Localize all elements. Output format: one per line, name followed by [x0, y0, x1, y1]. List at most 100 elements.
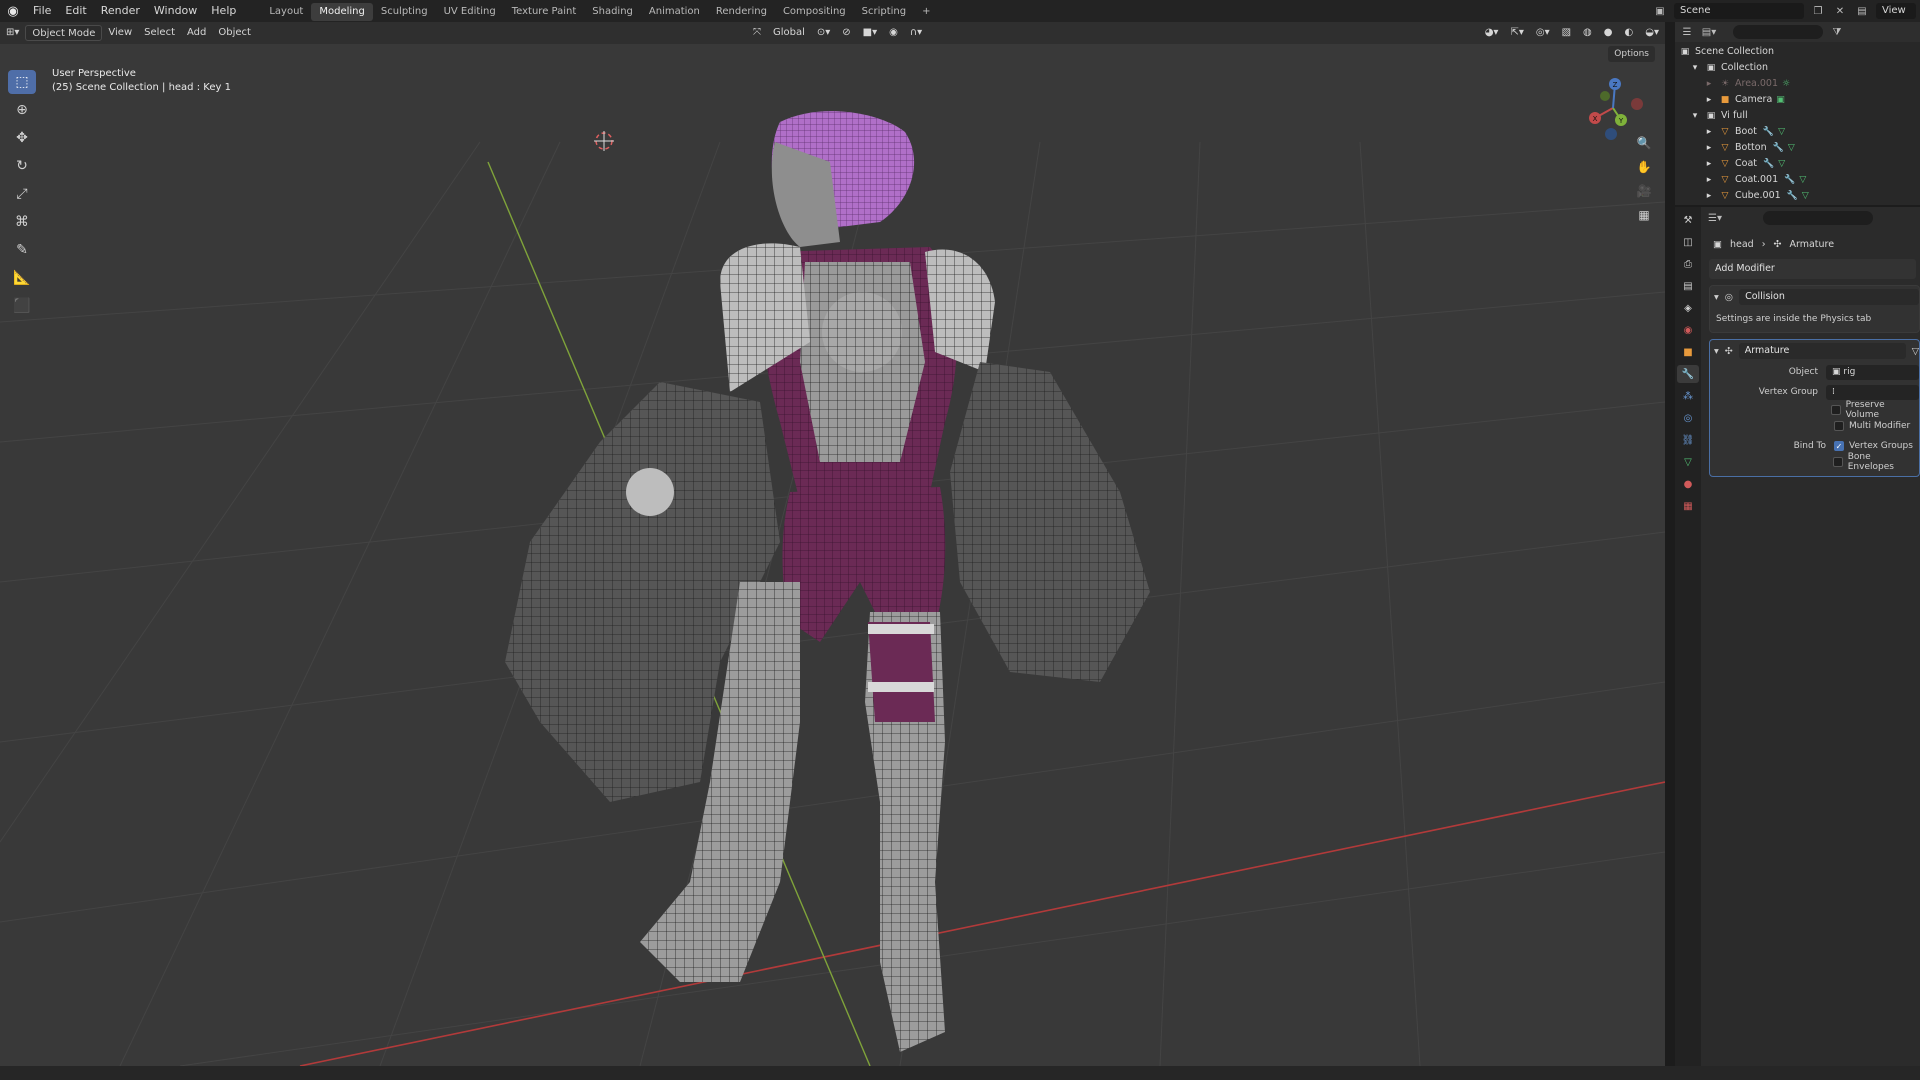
- collision-panel-header[interactable]: ▾ ◎ Collision: [1710, 286, 1919, 308]
- preserve-volume-checkbox[interactable]: [1830, 405, 1841, 415]
- solid-shading-icon[interactable]: ●: [1598, 25, 1619, 41]
- area-divider[interactable]: [1665, 22, 1675, 1066]
- output-tab-icon[interactable]: ⎙: [1677, 255, 1699, 273]
- pivot-point-icon[interactable]: ⊙▾: [811, 25, 836, 41]
- annotate-tool-icon[interactable]: ✎: [8, 238, 36, 262]
- new-scene-icon[interactable]: ❐: [1810, 3, 1826, 19]
- tab-modeling[interactable]: Modeling: [311, 3, 373, 21]
- scene-tab-icon[interactable]: ◈: [1677, 299, 1699, 317]
- tab-animation[interactable]: Animation: [641, 3, 708, 21]
- mesh-data-icon[interactable]: ▽: [1788, 140, 1795, 156]
- transform-orientation-selector[interactable]: Global: [767, 25, 811, 41]
- scene-icon[interactable]: ▣: [1652, 3, 1668, 19]
- cursor-tool-icon[interactable]: ⊕: [8, 98, 36, 122]
- options-button[interactable]: Options: [1608, 46, 1655, 62]
- texture-tab-icon[interactable]: ▦: [1677, 497, 1699, 515]
- character-model[interactable]: [505, 111, 1150, 1052]
- properties-editor-icon[interactable]: ☰▾: [1707, 210, 1723, 226]
- tab-layout[interactable]: Layout: [261, 3, 311, 21]
- proportional-edit-icon[interactable]: ◉: [883, 25, 904, 41]
- menu-edit[interactable]: Edit: [58, 0, 93, 22]
- 3d-cursor[interactable]: [594, 131, 614, 151]
- delete-scene-icon[interactable]: ✕: [1832, 3, 1848, 19]
- display-mode-icon[interactable]: ▤▾: [1701, 24, 1717, 40]
- tree-row-coat[interactable]: ▸ ▽ Coat 🔧 ▽: [1679, 156, 1920, 172]
- bone-envelopes-row[interactable]: Bone Envelopes: [1710, 452, 1919, 472]
- gizmo-toggle-icon[interactable]: ⇱▾: [1504, 25, 1529, 41]
- render-tab-icon[interactable]: ◫: [1677, 233, 1699, 251]
- expand-arrow-icon[interactable]: ▸: [1703, 76, 1715, 92]
- mesh-data-icon[interactable]: ▽: [1799, 172, 1806, 188]
- scene-selector[interactable]: Scene: [1674, 3, 1804, 19]
- tab-compositing[interactable]: Compositing: [775, 3, 854, 21]
- material-tab-icon[interactable]: ●: [1677, 475, 1699, 493]
- vertex-groups-checkbox[interactable]: ✓: [1834, 441, 1844, 451]
- material-shading-icon[interactable]: ◐: [1619, 25, 1640, 41]
- menu-select[interactable]: Select: [138, 25, 181, 41]
- expand-arrow-icon[interactable]: ▸: [1703, 188, 1715, 204]
- blender-logo-icon[interactable]: ◉: [0, 0, 26, 22]
- tab-uv-editing[interactable]: UV Editing: [436, 3, 504, 21]
- expand-arrow-icon[interactable]: ▾: [1689, 60, 1701, 76]
- armature-panel-header[interactable]: ▾ ✣ Armature ▽: [1710, 340, 1919, 362]
- falloff-icon[interactable]: ∩▾: [904, 25, 928, 41]
- gizmo-neg-z[interactable]: [1605, 128, 1617, 140]
- preserve-volume-row[interactable]: Preserve Volume: [1710, 400, 1919, 420]
- rendered-shading-icon[interactable]: ◒▾: [1639, 25, 1665, 41]
- gizmo-neg-x[interactable]: [1631, 98, 1643, 110]
- tree-row-botton[interactable]: ▸ ▽ Botton 🔧 ▽: [1679, 140, 1920, 156]
- menu-object[interactable]: Object: [212, 25, 257, 41]
- armature-object-field[interactable]: ▣ rig: [1826, 364, 1919, 380]
- camera-data-icon[interactable]: ▣: [1776, 92, 1785, 108]
- collision-name-field[interactable]: Collision: [1739, 289, 1919, 305]
- particles-tab-icon[interactable]: ⁂: [1677, 387, 1699, 405]
- menu-help[interactable]: Help: [204, 0, 243, 22]
- multi-modifier-checkbox[interactable]: [1834, 421, 1844, 431]
- tree-row-collection[interactable]: ▾ ▣ Collection: [1679, 60, 1920, 76]
- menu-add[interactable]: Add: [181, 25, 212, 41]
- vertex-group-field[interactable]: ⁞: [1826, 384, 1919, 400]
- object-tab-icon[interactable]: ■: [1677, 343, 1699, 361]
- modifier-icon[interactable]: 🔧: [1763, 124, 1774, 140]
- scene-collection-row[interactable]: ▣ Scene Collection: [1679, 44, 1920, 60]
- wireframe-shading-icon[interactable]: ◍: [1577, 25, 1598, 41]
- light-data-icon[interactable]: ☼: [1782, 76, 1790, 92]
- view-layer-icon[interactable]: ▤: [1854, 3, 1870, 19]
- move-tool-icon[interactable]: ✥: [8, 126, 36, 150]
- transform-orientation-icon[interactable]: ⤧: [747, 25, 767, 41]
- expand-arrow-icon[interactable]: ▸: [1703, 140, 1715, 156]
- edit-mode-toggle-icon[interactable]: ▽: [1912, 346, 1919, 357]
- properties-search-input[interactable]: [1763, 211, 1873, 225]
- constraints-tab-icon[interactable]: ⛓: [1677, 431, 1699, 449]
- tab-shading[interactable]: Shading: [584, 3, 641, 21]
- view-layer-tab-icon[interactable]: ▤: [1677, 277, 1699, 295]
- menu-view[interactable]: View: [102, 25, 138, 41]
- menu-window[interactable]: Window: [147, 0, 204, 22]
- outliner-editor-icon[interactable]: ☰: [1679, 24, 1695, 40]
- mode-selector[interactable]: Object Mode: [25, 25, 103, 41]
- tree-row-coat-001[interactable]: ▸ ▽ Coat.001 🔧 ▽: [1679, 172, 1920, 188]
- physics-tab-icon[interactable]: ◎: [1677, 409, 1699, 427]
- tool-tab-icon[interactable]: ⚒: [1677, 211, 1699, 229]
- modifier-icon[interactable]: 🔧: [1787, 188, 1798, 204]
- modifier-icon[interactable]: 🔧: [1773, 140, 1784, 156]
- camera-view-icon[interactable]: 🎥: [1633, 180, 1655, 202]
- mesh-data-icon[interactable]: ▽: [1802, 188, 1809, 204]
- add-modifier-button[interactable]: Add Modifier: [1709, 259, 1916, 279]
- collapse-arrow-icon[interactable]: ▾: [1714, 292, 1719, 303]
- multi-modifier-row[interactable]: Multi Modifier: [1710, 418, 1919, 434]
- tree-row-camera[interactable]: ▸ ■ Camera ▣: [1679, 92, 1920, 108]
- mesh-data-icon[interactable]: ▽: [1778, 156, 1785, 172]
- world-tab-icon[interactable]: ◉: [1677, 321, 1699, 339]
- expand-arrow-icon[interactable]: ▸: [1703, 92, 1715, 108]
- mesh-data-icon[interactable]: ▽: [1778, 124, 1785, 140]
- select-box-tool-icon[interactable]: ⬚: [8, 70, 36, 94]
- armature-name-field[interactable]: Armature: [1738, 343, 1906, 359]
- tree-row-boot[interactable]: ▸ ▽ Boot 🔧 ▽: [1679, 124, 1920, 140]
- outliner-search-input[interactable]: [1733, 25, 1823, 39]
- xray-toggle-icon[interactable]: ▧: [1556, 25, 1577, 41]
- tab-texture-paint[interactable]: Texture Paint: [504, 3, 585, 21]
- rotate-tool-icon[interactable]: ↻: [8, 154, 36, 178]
- bone-envelopes-checkbox[interactable]: [1832, 457, 1843, 467]
- snap-target-icon[interactable]: ■▾: [857, 25, 883, 41]
